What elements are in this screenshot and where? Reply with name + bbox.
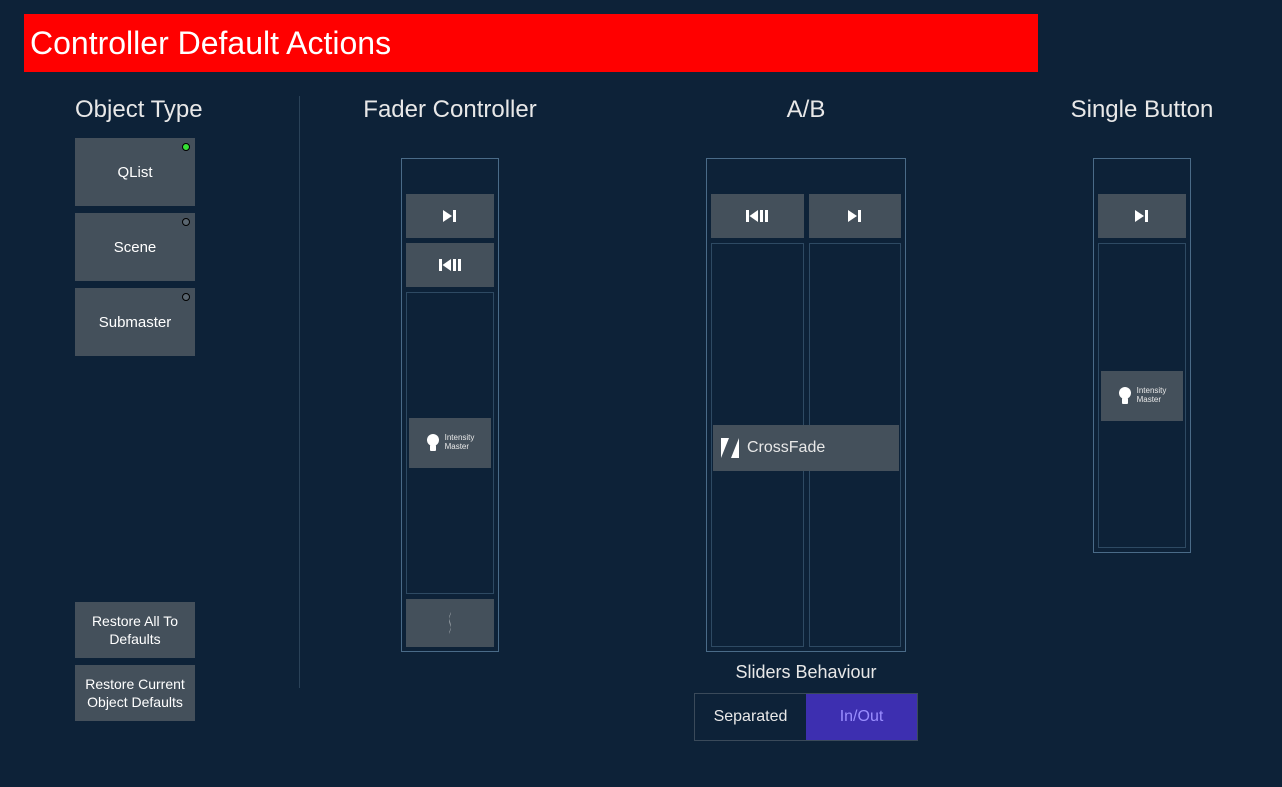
sliders-behaviour-toggle: Separated In/Out: [694, 693, 918, 741]
restore-current-label: Restore Current Object Defaults: [79, 675, 191, 711]
crossfade-icon: [721, 438, 739, 458]
play-next-icon: [443, 210, 457, 222]
single-slider-handle[interactable]: Intensity Master: [1101, 371, 1183, 421]
ab-go-button[interactable]: [809, 194, 902, 238]
bulb-icon: [1118, 386, 1132, 406]
sliders-behaviour-section: Sliders Behaviour Separated In/Out: [694, 662, 918, 741]
page-title: Controller Default Actions: [30, 25, 391, 62]
single-top-spacer: [1098, 163, 1186, 189]
fader-flash-button[interactable]: [406, 599, 494, 647]
fader-back-pause-button[interactable]: [406, 243, 494, 287]
ab-back-pause-button[interactable]: [711, 194, 804, 238]
intensity-master-label: Intensity Master: [1137, 387, 1167, 405]
fader-go-button[interactable]: [406, 194, 494, 238]
type-qlist-button[interactable]: QList: [75, 138, 195, 206]
restore-all-label: Restore All To Defaults: [79, 612, 191, 648]
single-button-column: Single Button Intensity Master: [1032, 96, 1252, 756]
sidebar: Object Type QList Scene Submaster Restor…: [75, 96, 300, 688]
single-go-button[interactable]: [1098, 194, 1186, 238]
type-submaster-label: Submaster: [99, 314, 172, 331]
ab-frame: CrossFade: [706, 158, 906, 652]
ab-column: A/B: [656, 96, 956, 756]
single-heading: Single Button: [1071, 96, 1214, 124]
fader-controller-column: Fader Controller: [320, 96, 580, 756]
sliders-inout-option[interactable]: In/Out: [806, 694, 917, 740]
ab-slider-area: CrossFade: [711, 243, 901, 647]
intensity-master-label: Intensity Master: [445, 434, 475, 452]
selected-indicator-icon: [182, 218, 190, 226]
prev-pause-icon: [439, 259, 461, 271]
fader-slider-handle[interactable]: Intensity Master: [409, 418, 491, 468]
type-submaster-button[interactable]: Submaster: [75, 288, 195, 356]
type-qlist-label: QList: [117, 164, 152, 181]
single-slider-track[interactable]: Intensity Master: [1098, 243, 1186, 548]
fader-slider-track[interactable]: Intensity Master: [406, 292, 494, 594]
flash-icon: [444, 612, 456, 634]
restore-current-button[interactable]: Restore Current Object Defaults: [75, 665, 195, 721]
bulb-icon: [426, 433, 440, 453]
fader-heading: Fader Controller: [363, 96, 536, 124]
sliders-separated-option[interactable]: Separated: [695, 694, 806, 740]
ab-top-spacer: [711, 163, 901, 189]
crossfade-label: CrossFade: [747, 439, 825, 457]
play-next-icon: [848, 210, 862, 222]
ab-heading: A/B: [787, 96, 826, 124]
fader-frame: Intensity Master: [401, 158, 499, 652]
single-frame: Intensity Master: [1093, 158, 1191, 553]
restore-all-button[interactable]: Restore All To Defaults: [75, 602, 195, 658]
play-next-icon: [1135, 210, 1149, 222]
prev-pause-icon: [746, 210, 768, 222]
object-type-heading: Object Type: [75, 96, 269, 124]
selected-indicator-icon: [182, 143, 190, 151]
sliders-behaviour-heading: Sliders Behaviour: [735, 662, 876, 683]
type-scene-button[interactable]: Scene: [75, 213, 195, 281]
selected-indicator-icon: [182, 293, 190, 301]
main-area: Fader Controller: [320, 96, 1252, 756]
fader-top-spacer: [406, 163, 494, 189]
title-banner: Controller Default Actions: [24, 14, 1038, 72]
ab-crossfade-handle[interactable]: CrossFade: [713, 425, 899, 471]
type-scene-label: Scene: [114, 239, 157, 256]
